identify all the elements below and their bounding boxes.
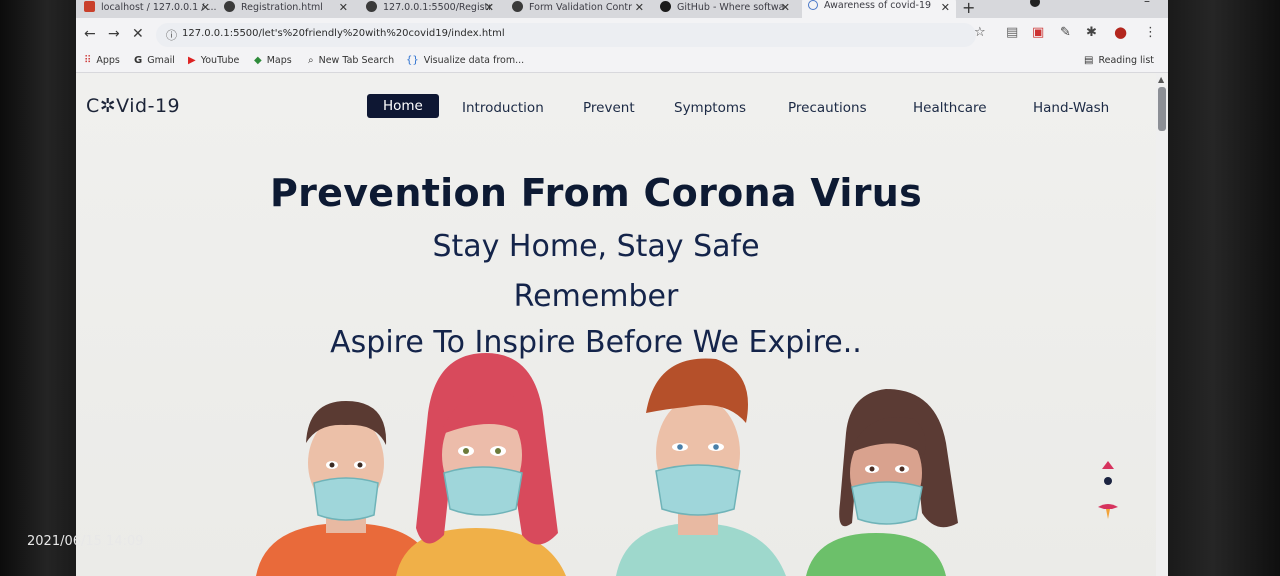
nav-prevent[interactable]: Prevent xyxy=(583,100,635,116)
bookmark-gmail[interactable]: G Gmail xyxy=(134,55,175,66)
close-icon[interactable]: ✕ xyxy=(485,0,494,16)
new-tab-button[interactable]: + xyxy=(962,0,975,17)
tab-registration[interactable]: Registration.html ✕ xyxy=(224,0,354,18)
page-scrollbar[interactable]: ▲ xyxy=(1156,73,1168,576)
extension-edit-icon[interactable]: ✎ xyxy=(1060,25,1071,40)
site-logo[interactable]: C✲Vid-19 xyxy=(86,95,180,117)
profile-dot-icon[interactable] xyxy=(1030,0,1040,7)
search-icon: ⌕ xyxy=(308,55,314,66)
nav-introduction[interactable]: Introduction xyxy=(462,100,544,116)
back-arrow-icon[interactable]: ← xyxy=(84,26,96,42)
site-info-icon[interactable]: ⓘ xyxy=(166,27,177,43)
monitor-bezel-left xyxy=(0,0,78,576)
person-man-center xyxy=(616,358,786,576)
bookmarks-bar: ⠿ Apps G Gmail ▶ YouTube ◆ Maps ⌕ New Tab Sea… xyxy=(76,52,1168,73)
person-girl-redhair xyxy=(396,353,566,576)
menu-kebab-icon[interactable]: ⋮ xyxy=(1144,25,1157,40)
close-icon[interactable]: ✕ xyxy=(635,0,644,16)
nav-healthcare[interactable]: Healthcare xyxy=(913,100,987,116)
nav-precautions[interactable]: Precautions xyxy=(788,100,867,116)
browser-window: localhost / 127.0.0.1 / ... ✕ Registrati… xyxy=(76,0,1168,576)
bookmark-apps[interactable]: ⠿ Apps xyxy=(84,55,120,66)
globe-icon xyxy=(512,1,523,12)
profile-avatar-icon[interactable]: ● xyxy=(1114,23,1127,41)
tab-awareness-covid[interactable]: Awareness of covid-19 ✕ xyxy=(802,0,956,18)
bookmark-maps[interactable]: ◆ Maps xyxy=(254,55,292,66)
hero-subtitle: Stay Home, Stay Safe xyxy=(432,229,760,264)
url-text[interactable]: 127.0.0.1:5500/let's%20friendly%20with%2… xyxy=(182,28,505,39)
bookmark-new-tab-search[interactable]: ⌕ New Tab Search xyxy=(308,55,394,66)
close-icon[interactable]: ✕ xyxy=(781,0,790,16)
forward-arrow-icon[interactable]: → xyxy=(108,26,120,42)
photo-timestamp: 2021/06/15 14:09 xyxy=(27,534,144,549)
reading-list-icon: ▤ xyxy=(1084,55,1094,66)
extensions-puzzle-icon[interactable]: ✱ xyxy=(1086,25,1097,40)
hero-title: Prevention From Corona Virus xyxy=(269,171,923,215)
tab-form-validation[interactable]: Form Validation Contr ✕ xyxy=(512,0,650,18)
bookmark-visualize-data[interactable]: {} Visualize data from... xyxy=(406,55,524,66)
close-icon[interactable]: ✕ xyxy=(201,0,210,16)
scroll-top-rocket-icon[interactable] xyxy=(1094,459,1122,529)
reading-list[interactable]: ▤ Reading list xyxy=(1084,55,1154,66)
scrollbar-thumb[interactable] xyxy=(1158,87,1166,131)
person-woman-right xyxy=(806,389,958,576)
bracket-icon: {} xyxy=(406,55,419,66)
nav-symptoms[interactable]: Symptoms xyxy=(674,100,746,116)
tab-github[interactable]: GitHub - Where softwa ✕ xyxy=(660,0,796,18)
scroll-up-arrow-icon[interactable]: ▲ xyxy=(1158,75,1164,84)
nav-home[interactable]: Home xyxy=(367,94,439,118)
apps-grid-icon: ⠿ xyxy=(84,55,92,66)
extension-red-icon[interactable]: ▣ xyxy=(1032,25,1044,40)
phpmyadmin-icon xyxy=(84,1,95,12)
stop-loading-icon[interactable]: ✕ xyxy=(132,26,144,42)
masked-people-illustration xyxy=(256,353,958,576)
loading-spinner-icon xyxy=(808,0,818,10)
extension-doc-icon[interactable]: ▤ xyxy=(1006,25,1018,40)
tab-strip: localhost / 127.0.0.1 / ... ✕ Registrati… xyxy=(76,0,1168,18)
minimize-icon[interactable]: – xyxy=(1144,0,1150,8)
github-icon xyxy=(660,1,671,12)
page-content: C✲Vid-19 Home Introduction Prevent Sympt… xyxy=(76,73,1156,576)
close-icon[interactable]: ✕ xyxy=(941,0,950,18)
tab-registr-local[interactable]: 127.0.0.1:5500/Registr ✕ xyxy=(366,0,500,18)
star-bookmark-icon[interactable]: ☆ xyxy=(974,25,986,40)
monitor-bezel-right xyxy=(1168,0,1280,576)
youtube-icon: ▶ xyxy=(188,55,196,66)
browser-toolbar: ← → ✕ ⓘ 127.0.0.1:5500/let's%20friendly%… xyxy=(76,18,1168,52)
close-icon[interactable]: ✕ xyxy=(339,0,348,16)
google-icon: G xyxy=(134,55,143,66)
globe-icon xyxy=(224,1,235,12)
maps-icon: ◆ xyxy=(254,55,262,66)
hero-quote: Aspire To Inspire Before We Expire.. xyxy=(330,325,862,360)
bookmark-youtube[interactable]: ▶ YouTube xyxy=(188,55,239,66)
tab-localhost[interactable]: localhost / 127.0.0.1 / ... ✕ xyxy=(84,0,216,18)
address-bar[interactable]: ⓘ 127.0.0.1:5500/let's%20friendly%20with… xyxy=(156,23,976,47)
globe-icon xyxy=(366,1,377,12)
nav-hand-wash[interactable]: Hand-Wash xyxy=(1033,100,1109,116)
hero-remember: Remember xyxy=(513,279,679,314)
